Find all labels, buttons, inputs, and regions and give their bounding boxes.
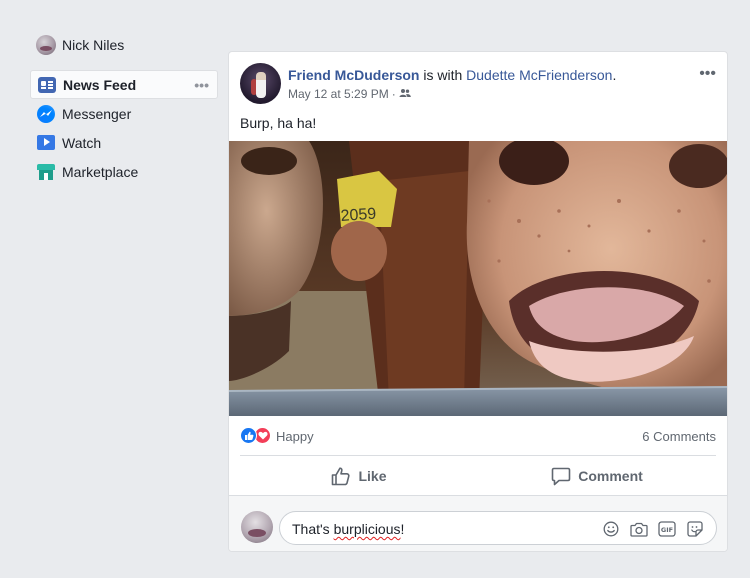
with-text: is with: [419, 67, 467, 83]
sidebar-nav: News Feed ••• Messenger Watch Marketplac…: [30, 70, 218, 186]
news-feed-icon: [37, 75, 57, 95]
comment-icon: [551, 467, 571, 485]
sidebar-item-label: Watch: [62, 134, 102, 151]
comment-count[interactable]: 6 Comments: [642, 429, 716, 444]
post-meta: May 12 at 5:29 PM ·: [288, 87, 411, 101]
post-header: Friend McDuderson is with Dudette McFrie…: [240, 63, 716, 107]
cow-photo[interactable]: 2059: [229, 141, 727, 416]
meta-separator: ·: [391, 87, 396, 101]
reaction-summary[interactable]: Happy: [276, 429, 314, 444]
post-text: Burp, ha ha!: [240, 115, 317, 131]
sidebar-item-label: News Feed: [63, 76, 137, 93]
profile-name: Nick Niles: [62, 37, 125, 53]
post-timestamp[interactable]: May 12 at 5:29 PM: [288, 87, 389, 101]
profile-link[interactable]: Nick Niles: [36, 33, 218, 57]
more-options-icon[interactable]: •••: [194, 77, 209, 93]
comment-attachments: GIF: [602, 520, 704, 538]
title-period: .: [612, 67, 617, 83]
avatar: [241, 511, 273, 543]
marketplace-icon: [36, 162, 56, 182]
sidebar-item-news-feed[interactable]: News Feed •••: [30, 70, 218, 99]
sticker-icon[interactable]: [686, 520, 704, 538]
like-label: Like: [358, 468, 387, 484]
thumbs-up-icon: [332, 466, 351, 485]
tagged-friend-link[interactable]: Dudette McFrienderson: [466, 67, 612, 83]
post-card: Friend McDuderson is with Dudette McFrie…: [228, 51, 728, 552]
svg-text:GIF: GIF: [661, 526, 673, 534]
post-actions: Like Comment: [240, 456, 716, 496]
reactions-row: Happy 6 Comments: [240, 426, 716, 446]
post-options-icon[interactable]: •••: [699, 65, 716, 83]
like-button[interactable]: Like: [240, 456, 478, 496]
sidebar-item-watch[interactable]: Watch: [30, 128, 218, 157]
friends-icon[interactable]: [399, 87, 411, 101]
like-reaction-icon[interactable]: [240, 427, 257, 444]
gif-icon[interactable]: GIF: [658, 520, 676, 538]
comment-button[interactable]: Comment: [478, 456, 716, 496]
sidebar-item-label: Messenger: [62, 105, 132, 122]
sidebar-item-marketplace[interactable]: Marketplace: [30, 157, 218, 186]
comment-composer: That's burplicious! GIF: [229, 496, 727, 551]
author-avatar[interactable]: [240, 63, 281, 104]
emoji-icon[interactable]: [602, 520, 620, 538]
camera-icon[interactable]: [630, 520, 648, 538]
sidebar-item-label: Marketplace: [62, 163, 139, 180]
left-sidebar: Nick Niles News Feed ••• Messenger Watch…: [30, 33, 218, 186]
author-link[interactable]: Friend McDuderson: [288, 67, 419, 83]
watch-icon: [36, 133, 56, 153]
comment-input[interactable]: That's burplicious! GIF: [279, 511, 717, 545]
messenger-icon: [36, 104, 56, 124]
sidebar-item-messenger[interactable]: Messenger: [30, 99, 218, 128]
comment-label: Comment: [578, 468, 643, 484]
avatar: [36, 35, 56, 55]
comment-input-text[interactable]: That's burplicious!: [292, 521, 404, 537]
post-title: Friend McDuderson is with Dudette McFrie…: [288, 67, 616, 83]
